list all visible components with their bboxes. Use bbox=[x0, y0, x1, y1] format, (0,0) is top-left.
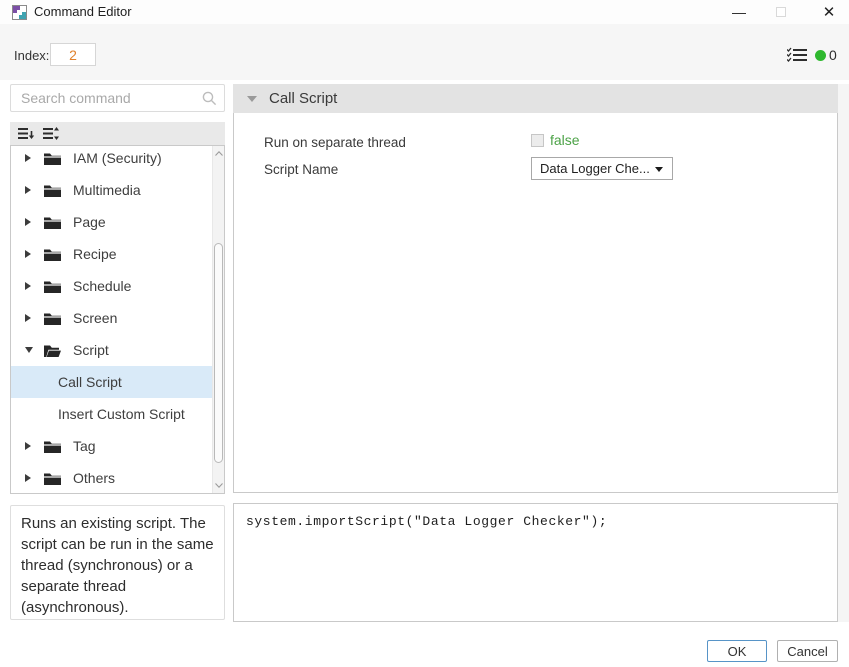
tree-folder-schedule[interactable]: Schedule bbox=[11, 270, 212, 302]
app-logo-icon bbox=[12, 5, 27, 20]
tree-folder-iam[interactable]: IAM (Security) bbox=[11, 145, 212, 174]
folder-icon bbox=[44, 312, 61, 325]
tree-scrollbar[interactable] bbox=[212, 146, 224, 493]
collapse-arrow-icon[interactable] bbox=[25, 347, 33, 353]
tree-label: Recipe bbox=[73, 246, 117, 262]
expand-arrow-icon[interactable] bbox=[25, 250, 33, 258]
thread-label: Run on separate thread bbox=[264, 135, 406, 150]
tree-folder-tag[interactable]: Tag bbox=[11, 430, 212, 462]
header-strip bbox=[0, 24, 849, 80]
tree-label: Screen bbox=[73, 310, 117, 326]
script-name-label: Script Name bbox=[264, 162, 338, 177]
tree-label: Tag bbox=[73, 438, 96, 454]
tree-folder-recipe[interactable]: Recipe bbox=[11, 238, 212, 270]
expand-arrow-icon[interactable] bbox=[25, 218, 33, 226]
title-bar: Command Editor — ✕ bbox=[0, 0, 849, 24]
close-button[interactable]: ✕ bbox=[812, 0, 846, 24]
expand-arrow-icon[interactable] bbox=[25, 474, 33, 482]
collapse-all-icon[interactable] bbox=[18, 126, 35, 141]
cancel-button[interactable]: Cancel bbox=[777, 640, 838, 662]
expand-arrow-icon[interactable] bbox=[25, 442, 33, 450]
search-input[interactable] bbox=[12, 86, 197, 110]
tree-label: Schedule bbox=[73, 278, 131, 294]
index-input[interactable] bbox=[50, 43, 96, 66]
tree-label: Multimedia bbox=[73, 182, 141, 198]
open-folder-icon bbox=[44, 344, 61, 357]
tree-label: Page bbox=[73, 214, 106, 230]
code-preview[interactable]: system.importScript("Data Logger Checker… bbox=[233, 503, 838, 622]
expand-arrow-icon[interactable] bbox=[25, 154, 33, 162]
folder-icon bbox=[44, 152, 61, 165]
expand-all-icon[interactable] bbox=[43, 126, 60, 141]
ok-button[interactable]: OK bbox=[707, 640, 767, 662]
maximize-icon bbox=[776, 7, 786, 17]
status-ok-icon bbox=[815, 50, 826, 61]
tree-label: Insert Custom Script bbox=[58, 406, 185, 422]
folder-icon bbox=[44, 472, 61, 485]
tree-folder-multimedia[interactable]: Multimedia bbox=[11, 174, 212, 206]
properties-panel: Run on separate thread false Script Name… bbox=[233, 113, 838, 493]
command-description: Runs an existing script. The script can … bbox=[10, 505, 225, 620]
folder-icon bbox=[44, 280, 61, 293]
expand-arrow-icon[interactable] bbox=[25, 282, 33, 290]
folder-icon bbox=[44, 216, 61, 229]
tree-label: Script bbox=[73, 342, 109, 358]
folder-icon bbox=[44, 248, 61, 261]
window-title: Command Editor bbox=[34, 4, 132, 19]
detail-title: Call Script bbox=[269, 90, 337, 107]
folder-icon bbox=[44, 440, 61, 453]
search-box bbox=[10, 84, 225, 112]
tree-toolbar bbox=[10, 122, 225, 145]
script-name-value: Data Logger Che... bbox=[540, 161, 650, 176]
section-collapse-icon bbox=[247, 96, 257, 102]
expand-arrow-icon[interactable] bbox=[25, 186, 33, 194]
tree-item-call-script[interactable]: Call Script bbox=[11, 366, 212, 398]
script-name-dropdown[interactable]: Data Logger Che... bbox=[531, 157, 673, 180]
thread-value: false bbox=[550, 132, 580, 148]
tree-folder-screen[interactable]: Screen bbox=[11, 302, 212, 334]
tree-folder-page[interactable]: Page bbox=[11, 206, 212, 238]
tree-label: IAM (Security) bbox=[73, 150, 162, 166]
tree-folder-others[interactable]: Others bbox=[11, 462, 212, 494]
panel-right-margin bbox=[838, 84, 849, 622]
command-tree: IAM (Security) Multimedia Page Recipe Sc… bbox=[10, 145, 225, 494]
minimize-button[interactable]: — bbox=[722, 0, 756, 24]
expand-arrow-icon[interactable] bbox=[25, 314, 33, 322]
index-label: Index: bbox=[14, 48, 49, 63]
thread-checkbox[interactable] bbox=[531, 134, 544, 147]
chevron-down-icon bbox=[655, 167, 663, 172]
tree-item-insert-custom-script[interactable]: Insert Custom Script bbox=[11, 398, 212, 430]
scrollbar-thumb[interactable] bbox=[214, 243, 223, 463]
status-count: 0 bbox=[829, 47, 837, 63]
search-icon bbox=[202, 91, 217, 106]
scroll-down-icon[interactable] bbox=[213, 479, 225, 492]
maximize-button[interactable] bbox=[764, 0, 798, 24]
folder-icon bbox=[44, 184, 61, 197]
scroll-up-icon[interactable] bbox=[213, 147, 225, 160]
checklist-icon[interactable] bbox=[787, 47, 807, 63]
tree-folder-script[interactable]: Script bbox=[11, 334, 212, 366]
detail-section-header[interactable]: Call Script bbox=[233, 84, 838, 113]
tree-label: Others bbox=[73, 470, 115, 486]
tree-label: Call Script bbox=[58, 374, 122, 390]
